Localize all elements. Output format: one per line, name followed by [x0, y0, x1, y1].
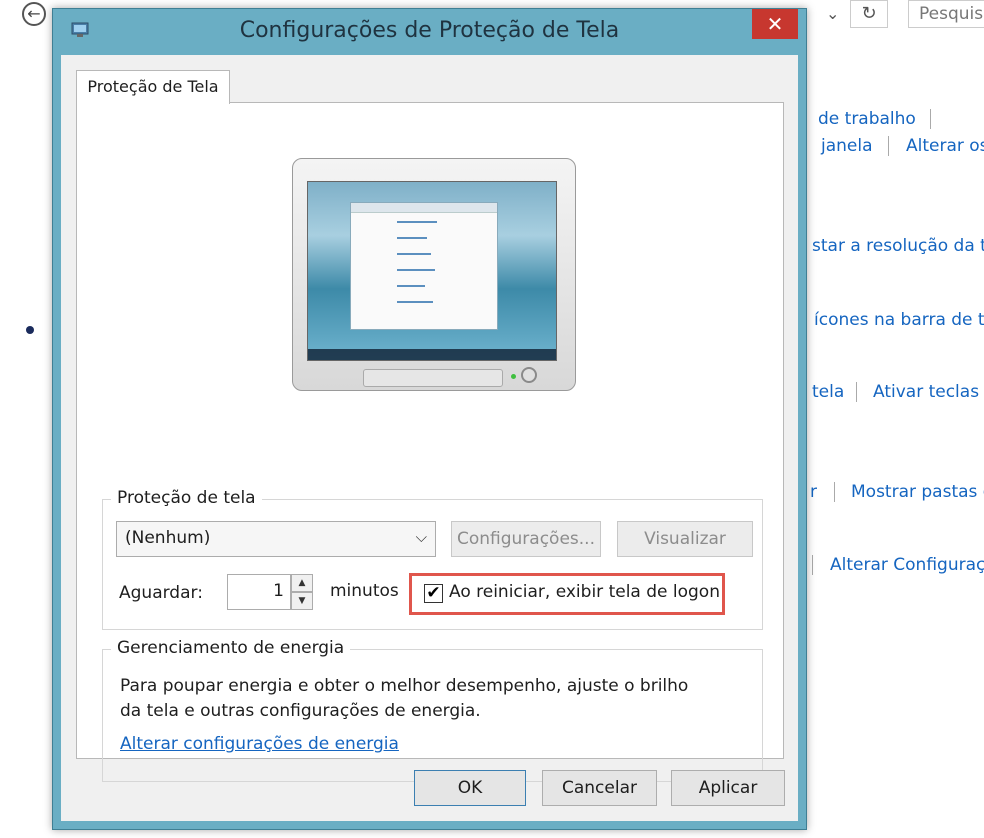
- power-button-icon: [521, 367, 537, 383]
- close-button[interactable]: ✕: [752, 9, 798, 39]
- settings-button[interactable]: Configurações...: [451, 521, 601, 557]
- refresh-icon[interactable]: ↻: [850, 0, 888, 28]
- dialog-client-area: Proteção de Tela Proteção de tela (Nenhu…: [61, 55, 798, 821]
- preview-button[interactable]: Visualizar: [617, 521, 753, 557]
- preview-screen: [307, 181, 557, 361]
- power-description-line: da tela e outras configurações de energi…: [120, 701, 481, 721]
- power-description: Para poupar energia e obter o melhor des…: [120, 674, 700, 724]
- power-description-line: Para poupar energia e obter o melhor des…: [120, 676, 689, 696]
- logon-checkbox[interactable]: ✔: [424, 584, 443, 603]
- logon-checkbox-label[interactable]: Ao reiniciar, exibir tela de logon: [449, 582, 720, 602]
- background-link[interactable]: star a resolução da tel: [812, 236, 984, 256]
- power-group-legend: Gerenciamento de energia: [111, 638, 351, 658]
- title-bar[interactable]: Configurações de Proteção de Tela ✕: [53, 9, 806, 55]
- background-link[interactable]: Alterar Configuraç: [830, 555, 984, 575]
- divider: [812, 555, 813, 575]
- wait-minutes-stepper[interactable]: ▲ ▼: [291, 574, 313, 610]
- background-link[interactable]: janela: [821, 136, 873, 156]
- dialog-title: Configurações de Proteção de Tela: [239, 18, 620, 43]
- tab-panel: Proteção de tela (Nenhum) ⌵ Configuraçõe…: [76, 102, 784, 782]
- wait-minutes-input[interactable]: 1: [227, 574, 291, 610]
- background-link[interactable]: Ativar teclas d: [873, 382, 984, 402]
- apply-button[interactable]: Aplicar: [671, 770, 785, 806]
- background-link[interactable]: r: [810, 482, 817, 502]
- divider: [834, 482, 835, 502]
- spin-up-icon[interactable]: ▲: [291, 574, 313, 592]
- monitor-bezel: [363, 369, 503, 387]
- divider: [856, 382, 857, 402]
- ok-button[interactable]: OK: [414, 770, 526, 806]
- background-link[interactable]: Mostrar pastas e: [851, 482, 984, 502]
- minutes-label: minutos: [330, 581, 399, 601]
- screensaver-select[interactable]: (Nenhum) ⌵: [116, 521, 436, 557]
- background-link[interactable]: ícones na barra de ta: [814, 310, 984, 330]
- logon-checkbox-highlight: ✔ Ao reiniciar, exibir tela de logon: [409, 573, 725, 615]
- background-link[interactable]: de trabalho: [818, 109, 916, 129]
- preview-window: [350, 202, 498, 330]
- monitor-preview: [292, 158, 576, 391]
- screensaver-select-value: (Nenhum): [125, 528, 211, 548]
- bullet-icon: [26, 326, 34, 334]
- search-input[interactable]: Pesquis: [908, 0, 984, 28]
- spin-down-icon[interactable]: ▼: [291, 592, 313, 610]
- tab-screensaver[interactable]: Proteção de Tela: [76, 70, 230, 104]
- chevron-down-icon[interactable]: ⌄: [826, 4, 839, 23]
- back-arrow-icon[interactable]: ←: [22, 2, 46, 26]
- divider: [888, 136, 889, 156]
- wait-label: Aguardar:: [119, 583, 203, 603]
- cancel-button[interactable]: Cancelar: [542, 770, 657, 806]
- power-led-icon: [511, 374, 516, 379]
- background-link[interactable]: tela: [812, 382, 844, 402]
- divider: [930, 109, 931, 129]
- screensaver-group: Proteção de tela (Nenhum) ⌵ Configuraçõe…: [102, 488, 763, 630]
- power-management-group: Gerenciamento de energia Para poupar ene…: [102, 638, 763, 782]
- chevron-down-icon: ⌵: [415, 528, 427, 546]
- screensaver-group-legend: Proteção de tela: [111, 488, 262, 508]
- change-power-settings-link[interactable]: Alterar configurações de energia: [120, 734, 399, 754]
- screensaver-settings-dialog: Configurações de Proteção de Tela ✕ Prot…: [52, 8, 807, 830]
- background-link[interactable]: Alterar os: [906, 136, 984, 156]
